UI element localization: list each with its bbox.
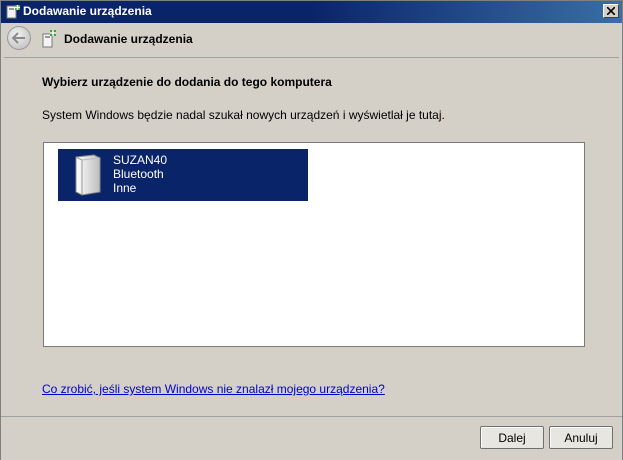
device-item[interactable]: SUZAN40 Bluetooth Inne <box>58 149 308 201</box>
device-details: SUZAN40 Bluetooth Inne <box>113 153 167 195</box>
arrow-left-icon <box>12 32 25 44</box>
help-link[interactable]: Co zrobić, jeśli system Windows nie znal… <box>42 382 385 396</box>
window-title: Dodawanie urządzenia <box>23 4 152 18</box>
add-device-window: Dodawanie urządzenia Dodawanie urządzeni… <box>0 0 623 460</box>
device-list[interactable]: SUZAN40 Bluetooth Inne <box>43 142 585 347</box>
wizard-content: Wybierz urządzenie do dodania do tego ko… <box>4 57 619 417</box>
add-device-icon <box>5 4 21 20</box>
device-tower-icon <box>72 154 104 196</box>
add-device-icon <box>41 30 57 48</box>
close-button[interactable] <box>603 4 619 18</box>
device-name: SUZAN40 <box>113 153 168 167</box>
wizard-footer: Dalej Anuluj <box>1 416 622 460</box>
next-button[interactable]: Dalej <box>480 426 544 449</box>
cancel-button[interactable]: Anuluj <box>549 426 613 449</box>
wizard-header: Dodawanie urządzenia <box>1 23 622 55</box>
page-heading: Wybierz urządzenie do dodania do tego ko… <box>42 75 332 89</box>
wizard-title: Dodawanie urządzenia <box>64 32 193 46</box>
info-text: System Windows będzie nadal szukał nowyc… <box>42 108 445 122</box>
device-category: Inne <box>113 181 137 195</box>
close-icon <box>607 7 615 15</box>
back-button[interactable] <box>7 26 31 50</box>
title-bar[interactable]: Dodawanie urządzenia <box>1 1 622 23</box>
device-type: Bluetooth <box>113 167 164 181</box>
